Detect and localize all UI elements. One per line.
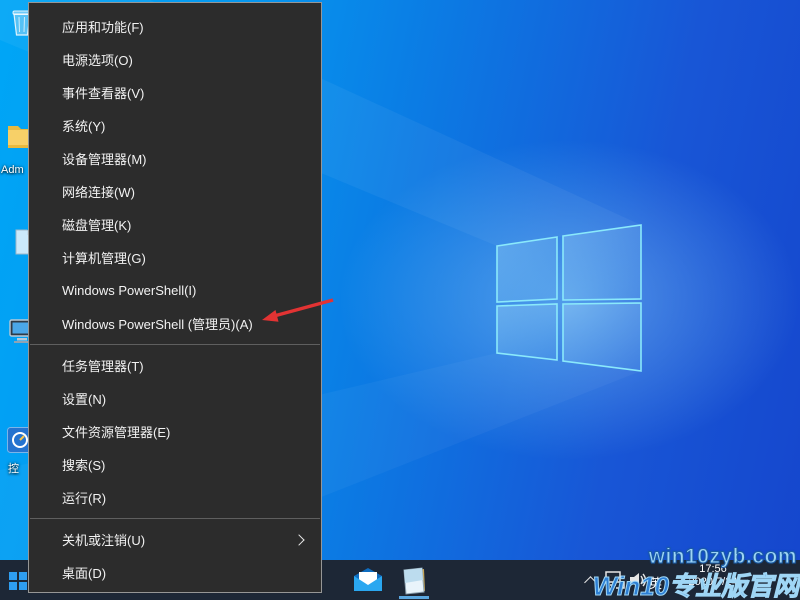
- menu-item-file-explorer[interactable]: 文件资源管理器(E): [29, 415, 321, 448]
- start-logo-pane: [19, 582, 27, 590]
- winx-menu: 应用和功能(F) 电源选项(O) 事件查看器(V) 系统(Y) 设备管理器(M)…: [28, 2, 322, 593]
- menu-item-search[interactable]: 搜索(S): [29, 448, 321, 481]
- start-logo-pane: [9, 582, 17, 590]
- start-button[interactable]: [9, 572, 27, 590]
- submenu-chevron-icon: [293, 533, 305, 546]
- menu-item-shutdown-signout[interactable]: 关机或注销(U): [29, 523, 321, 556]
- menu-item-powershell[interactable]: Windows PowerShell(I): [29, 274, 321, 307]
- menu-item-desktop[interactable]: 桌面(D): [29, 556, 321, 589]
- menu-item-apps-features[interactable]: 应用和功能(F): [29, 10, 321, 43]
- menu-item-powershell-admin[interactable]: Windows PowerShell (管理员)(A): [29, 307, 321, 340]
- menu-item-run[interactable]: 运行(R): [29, 481, 321, 514]
- start-logo-pane: [9, 572, 17, 580]
- user-folder-label: Adm: [1, 164, 24, 176]
- menu-item-disk-management[interactable]: 磁盘管理(K): [29, 208, 321, 241]
- menu-item-event-viewer[interactable]: 事件查看器(V): [29, 76, 321, 109]
- menu-separator: [30, 344, 320, 345]
- menu-item-task-manager[interactable]: 任务管理器(T): [29, 349, 321, 382]
- menu-item-system[interactable]: 系统(Y): [29, 109, 321, 142]
- menu-item-settings[interactable]: 设置(N): [29, 382, 321, 415]
- menu-item-label: 关机或注销(U): [62, 533, 146, 548]
- control-panel-label: 控: [8, 463, 19, 475]
- menu-item-power-options[interactable]: 电源选项(O): [29, 43, 321, 76]
- menu-item-network-connections[interactable]: 网络连接(W): [29, 175, 321, 208]
- mail-app-icon[interactable]: [353, 567, 383, 597]
- watermark-site-name: Win10专业版官网: [592, 571, 799, 600]
- running-app-indicator: [399, 596, 429, 599]
- menu-item-device-manager[interactable]: 设备管理器(M): [29, 142, 321, 175]
- menu-separator: [30, 518, 320, 519]
- menu-item-computer-management[interactable]: 计算机管理(G): [29, 241, 321, 274]
- start-logo-pane: [19, 572, 27, 580]
